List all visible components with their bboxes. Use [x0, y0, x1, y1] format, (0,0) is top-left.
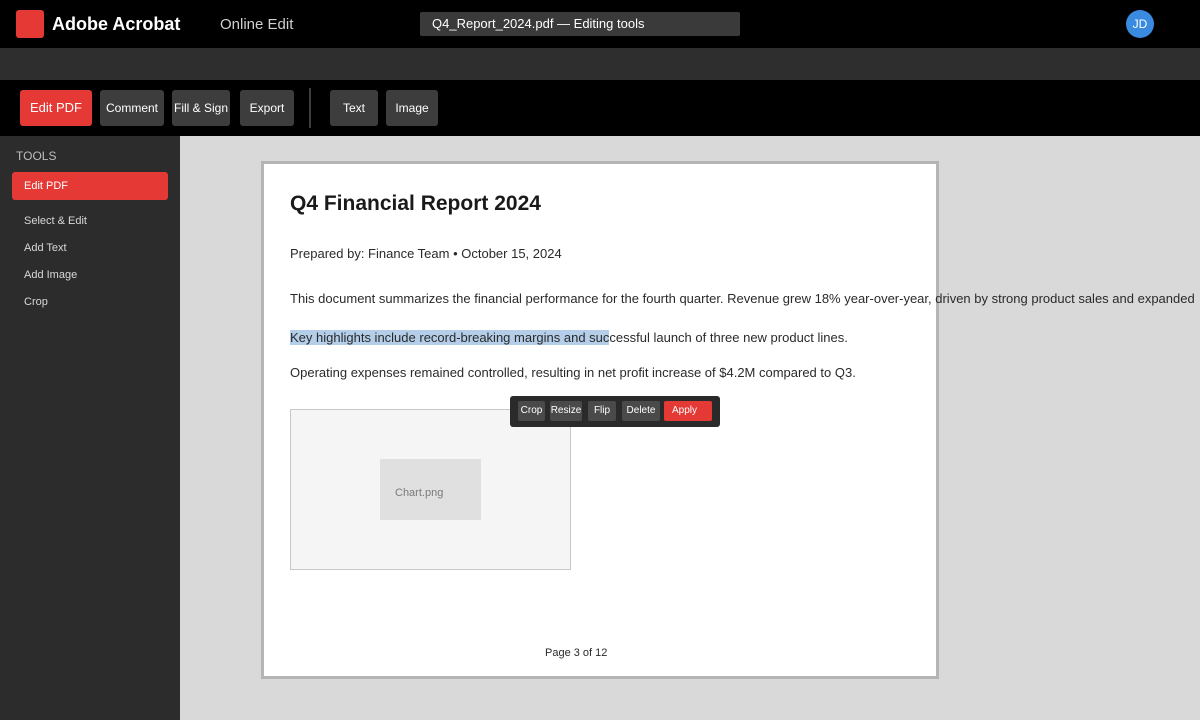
- document-subtitle[interactable]: Prepared by: Finance Team • October 15, …: [290, 246, 562, 261]
- sidebar-item-edit-pdf[interactable]: Edit PDF: [12, 172, 168, 200]
- flip-button[interactable]: Flip: [588, 401, 616, 421]
- fill-sign-button[interactable]: Fill & Sign: [172, 90, 230, 126]
- toolbar-divider: [309, 88, 311, 128]
- paragraph-2[interactable]: Key highlights include record-breaking m…: [290, 330, 848, 345]
- sidebar-item-add-text[interactable]: Add Text: [24, 242, 67, 255]
- pdf-page: Q4 Financial Report 2024 Prepared by: Fi…: [261, 161, 1195, 679]
- apply-button[interactable]: Apply: [664, 401, 712, 421]
- paragraph-3[interactable]: Operating expenses remained controlled, …: [290, 365, 856, 380]
- text-tool-button[interactable]: Text: [330, 90, 378, 126]
- selected-text[interactable]: Key highlights include record-breaking m…: [290, 330, 610, 345]
- sidebar-item-add-image[interactable]: Add Image: [24, 269, 77, 282]
- sidebar-heading: TOOLS: [16, 149, 57, 163]
- edit-pdf-button[interactable]: Edit PDF: [20, 90, 92, 126]
- paragraph-2-rest[interactable]: cessful launch of three new product line…: [609, 330, 847, 345]
- comment-button[interactable]: Comment: [100, 90, 164, 126]
- resize-button[interactable]: Resize: [550, 401, 582, 421]
- paragraph-1[interactable]: This document summarizes the financial p…: [290, 291, 1200, 306]
- sidebar-item-crop[interactable]: Crop: [24, 296, 48, 309]
- document-heading[interactable]: Q4 Financial Report 2024: [290, 192, 541, 216]
- mode-label[interactable]: Online Edit: [220, 17, 293, 33]
- main-toolbar: Edit PDF Comment Fill & Sign Export Text…: [0, 80, 1200, 136]
- top-bar: Adobe Acrobat Online Edit Q4_Report_2024…: [0, 0, 1200, 48]
- acrobat-logo-icon: [16, 10, 44, 38]
- page-indicator: Page 3 of 12: [545, 647, 608, 659]
- image-tool-button[interactable]: Image: [386, 90, 438, 126]
- app-title: Adobe Acrobat: [52, 14, 181, 34]
- chart-image-frame[interactable]: Chart.png: [290, 409, 571, 570]
- document-title-field[interactable]: Q4_Report_2024.pdf — Editing tools: [420, 12, 740, 36]
- export-button[interactable]: Export: [240, 90, 294, 126]
- tools-sidebar: TOOLS Edit PDF Select & Edit Add Text Ad…: [0, 136, 180, 720]
- user-avatar[interactable]: JD: [1126, 10, 1154, 38]
- secondary-bar: [0, 48, 1200, 80]
- chart-image-placeholder[interactable]: Chart.png: [380, 459, 481, 520]
- chart-image-label: Chart.png: [395, 487, 444, 499]
- delete-button[interactable]: Delete: [622, 401, 660, 421]
- crop-button[interactable]: Crop: [518, 401, 545, 421]
- image-edit-toolbar: Crop Resize Flip Delete Apply: [510, 396, 720, 427]
- sidebar-item-select-edit[interactable]: Select & Edit: [24, 215, 87, 228]
